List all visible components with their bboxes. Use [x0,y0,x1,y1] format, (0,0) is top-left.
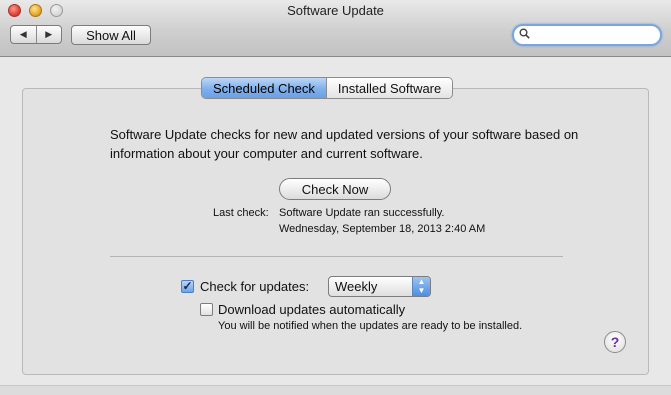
tab-scheduled-check[interactable]: Scheduled Check [202,78,326,98]
help-button[interactable]: ? [604,331,626,353]
show-all-button[interactable]: Show All [71,25,151,45]
tab-installed-software[interactable]: Installed Software [325,78,453,98]
last-check-time: Wednesday, September 18, 2013 2:40 AM [279,223,486,235]
update-frequency-value: Weekly [335,279,378,294]
last-check-label: Last check: [213,207,269,219]
back-arrow-icon: ◀ [19,29,27,39]
check-now-button[interactable]: Check Now [279,178,391,200]
download-automatically-checkbox[interactable] [200,303,213,316]
forward-arrow-icon: ▶ [45,29,53,39]
divider [110,256,563,257]
back-button[interactable]: ◀ [11,26,36,43]
window-title: Software Update [287,3,384,18]
search-input[interactable] [533,27,655,43]
tab-bar: Scheduled Check Installed Software [201,77,454,99]
search-field[interactable] [512,24,662,46]
forward-button[interactable]: ▶ [35,26,62,43]
back-forward-control: ◀ ▶ [10,25,62,44]
download-automatically-label: Download updates automatically [218,302,406,317]
last-check-status: Software Update ran successfully. [279,207,445,219]
checkmark-icon: ✓ [182,279,193,293]
update-frequency-popup[interactable]: Weekly ▲ ▼ [328,276,431,297]
help-icon: ? [610,334,620,350]
title-bar: Software Update ◀ ▶ Show All [0,0,671,57]
check-for-updates-label: Check for updates: [200,279,310,294]
search-icon [519,28,530,42]
check-for-updates-checkbox[interactable]: ✓ [181,280,194,293]
popup-arrows-icon: ▲ ▼ [412,277,430,296]
download-note: You will be notified when the updates ar… [218,320,523,332]
preferences-window: Software Update ◀ ▶ Show All Scheduled C… [0,0,671,395]
description-text: Software Update checks for new and updat… [110,127,579,161]
